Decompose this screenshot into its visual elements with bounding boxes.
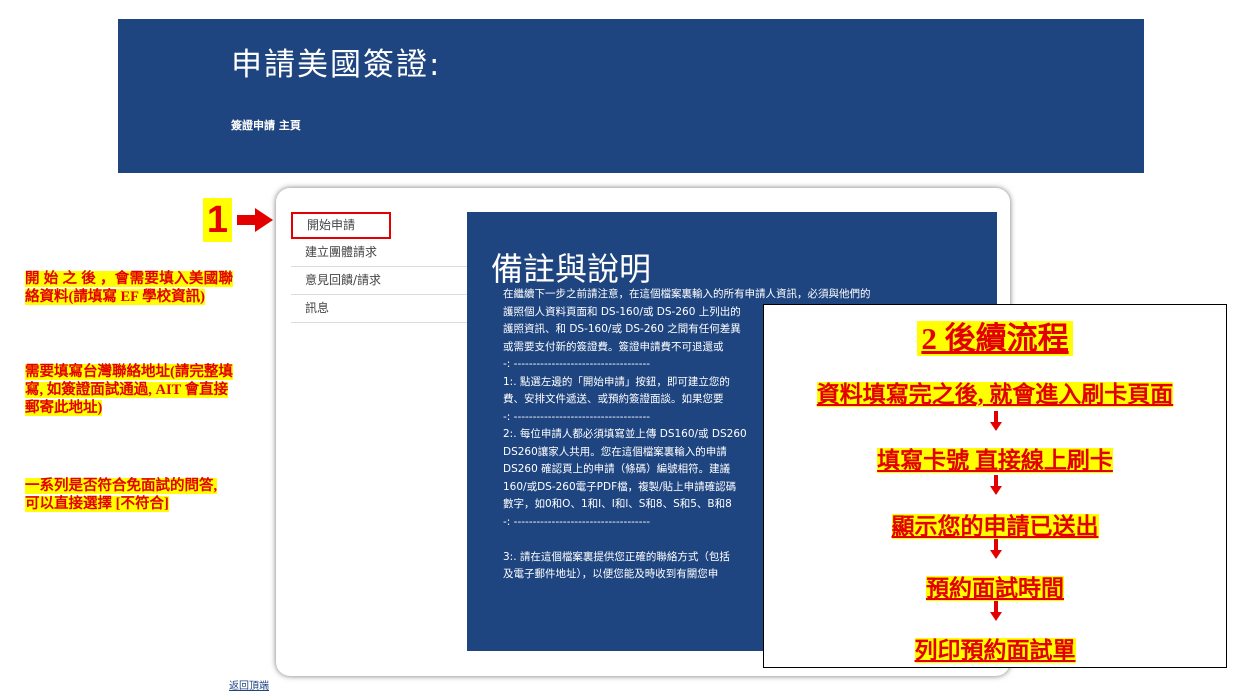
arrow-down-icon	[990, 475, 1002, 495]
process-box: 2 後續流程 資料填寫完之後, 就會進入刷卡頁面 填寫卡號 直接線上刷卡 顯示您…	[763, 304, 1227, 668]
sidebar-item-messages[interactable]: 訊息	[291, 295, 467, 323]
process-step-3: 顯示您的申請已送出	[891, 514, 1099, 539]
process-step-2: 填寫卡號 直接線上刷卡	[877, 448, 1113, 473]
arrow-down-icon	[990, 601, 1002, 621]
arrow-down-icon	[990, 411, 1002, 431]
process-title: 2 後續流程	[764, 313, 1226, 358]
notes-heading: 備註與說明	[491, 250, 652, 288]
back-to-top-link[interactable]: 返回頂端	[229, 677, 269, 692]
arrow-right-icon	[237, 208, 273, 232]
sidebar-item-group-request[interactable]: 建立團體請求	[291, 239, 467, 267]
sidebar-item-start-application[interactable]: 開始申請	[291, 212, 391, 239]
sidebar-item-feedback[interactable]: 意見回饋/請求	[291, 267, 467, 295]
process-step-4: 預約面試時間	[926, 576, 1064, 601]
sidebar-nav: 開始申請 建立團體請求 意見回饋/請求 訊息	[291, 212, 467, 323]
annotation-note-3: 一系列是否符合免面試的問答, 可以直接選擇 [不符合]	[25, 478, 218, 512]
page-title: 申請美國簽證:	[231, 47, 442, 83]
header-banner: 申請美國簽證: 簽證申請 主頁	[118, 19, 1144, 173]
arrow-down-icon	[990, 539, 1002, 559]
step-1-badge: 1	[203, 198, 232, 242]
annotation-note-1: 開 始 之 後 ，會需要填入美國聯絡資料(請填寫 EF 學校資訊)	[25, 271, 233, 305]
breadcrumb: 簽證申請 主頁	[231, 119, 301, 132]
annotation-note-2: 需要填寫台灣聯絡地址(請完整填寫, 如簽證面試通過, AIT 會直接郵寄此地址)	[25, 364, 233, 416]
process-step-1: 資料填寫完之後, 就會進入刷卡頁面	[816, 382, 1174, 407]
process-step-5: 列印預約面試單	[914, 638, 1076, 663]
